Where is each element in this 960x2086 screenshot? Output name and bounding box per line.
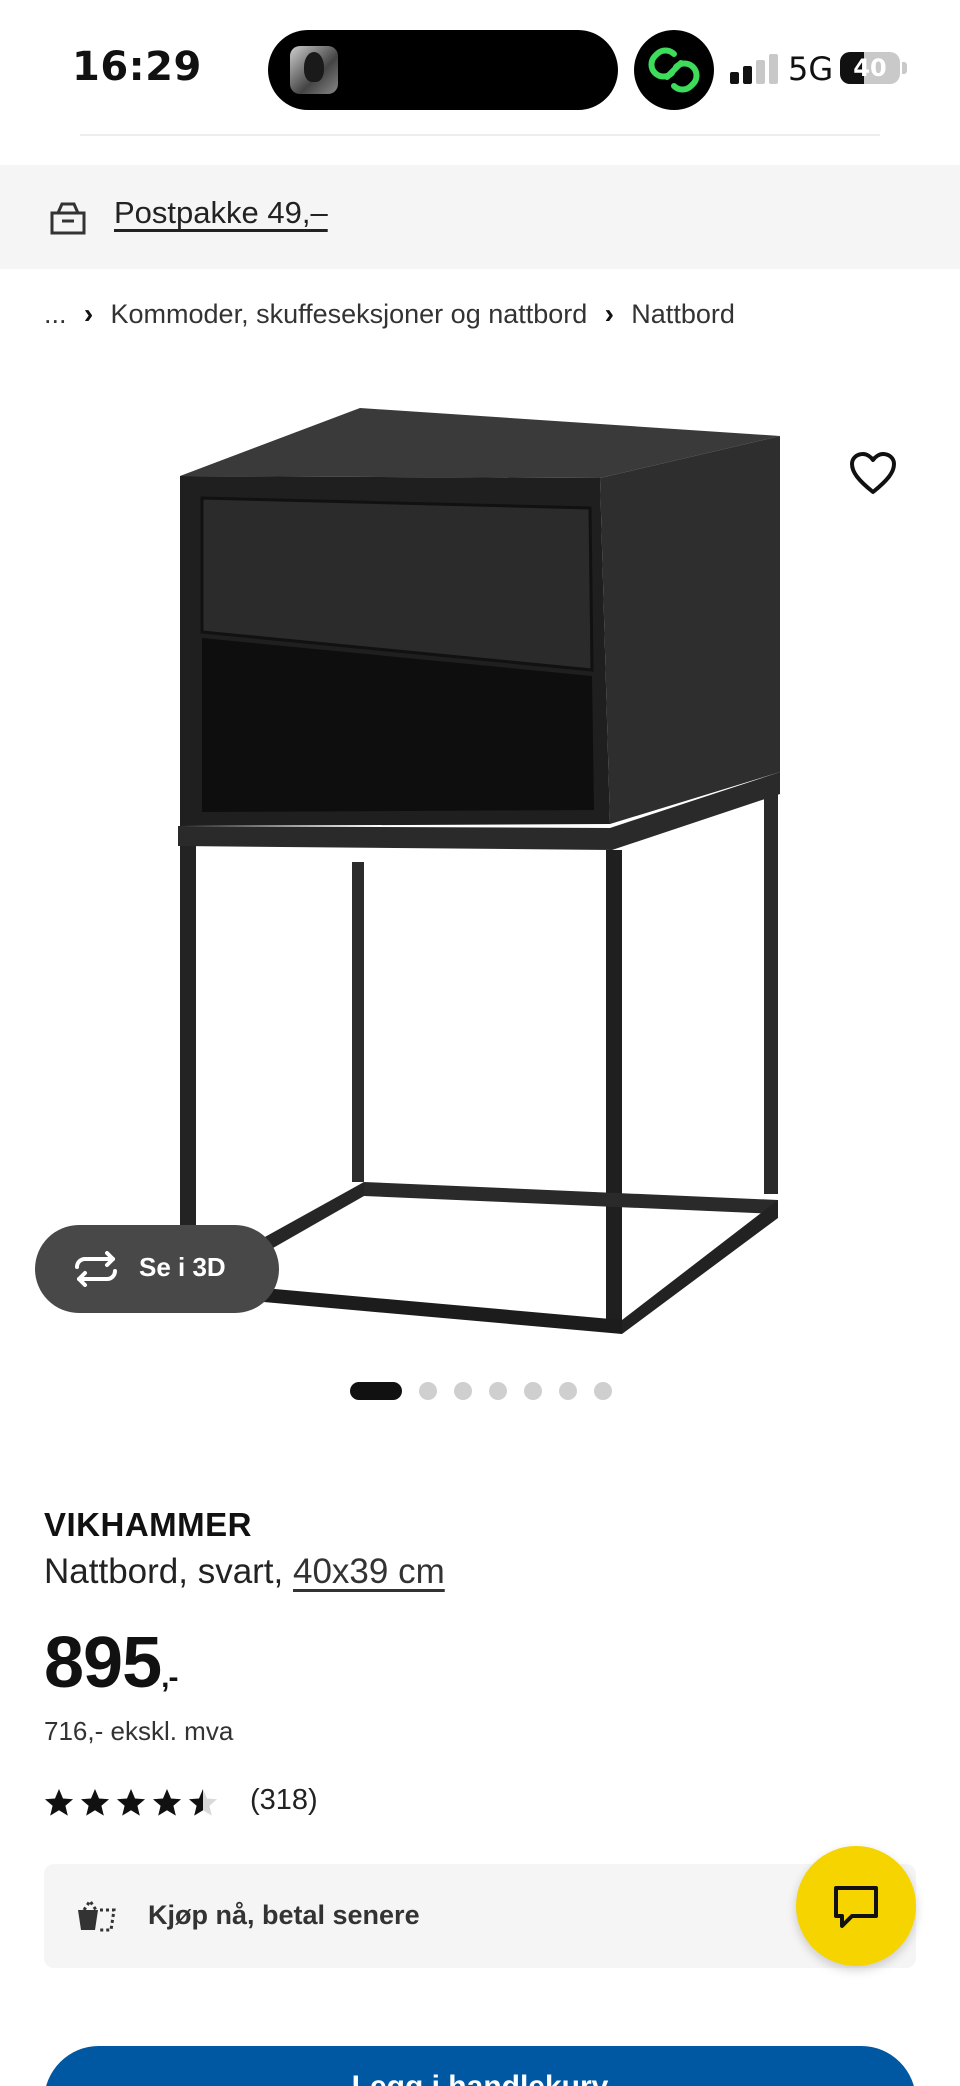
breadcrumb-item-current[interactable]: Nattbord: [631, 299, 735, 330]
header-divider: [80, 134, 880, 136]
star-icon: [45, 1789, 73, 1816]
pager-dot[interactable]: [524, 1382, 542, 1400]
star-icon: [189, 1789, 217, 1816]
battery-icon: 40: [840, 52, 900, 84]
pager-dot[interactable]: [454, 1382, 472, 1400]
dynamic-island: [268, 30, 618, 110]
financing-option[interactable]: Kjøp nå, betal senere: [44, 1864, 916, 1968]
chevron-right-icon: ›: [83, 298, 94, 329]
link-sharing-icon: [634, 30, 714, 110]
breadcrumb-ellipsis[interactable]: ...: [44, 299, 67, 330]
delivery-price-link[interactable]: Postpakke 49,–: [114, 195, 328, 231]
now-playing-artwork: [290, 46, 338, 94]
view-3d-label: Se i 3D: [139, 1252, 226, 1282]
chevron-right-icon: ›: [604, 298, 614, 329]
basket-icon: [78, 1898, 116, 1932]
star-icon: [153, 1789, 181, 1816]
star-icon: [81, 1789, 109, 1816]
pager-dot[interactable]: [489, 1382, 507, 1400]
heart-icon[interactable]: [848, 450, 898, 496]
network-type: 5G: [788, 50, 834, 88]
star-icon: [117, 1789, 145, 1816]
cellular-signal-icon: [730, 54, 780, 84]
price-suffix: ,-: [161, 1661, 178, 1694]
add-to-cart-button[interactable]: Legg i handlekurv: [44, 2046, 916, 2086]
financing-label: Kjøp nå, betal senere: [148, 1900, 420, 1930]
status-time: 16:29: [72, 44, 202, 90]
delivery-banner[interactable]: Postpakke 49,–: [0, 165, 960, 269]
rotate-3d-icon: [75, 1251, 117, 1287]
breadcrumb: ... › Kommoder, skuffeseksjoner og nattb…: [44, 298, 735, 330]
pager-dot[interactable]: [594, 1382, 612, 1400]
battery-tip: [902, 62, 907, 74]
chat-button[interactable]: [796, 1846, 916, 1966]
pager-dot[interactable]: [559, 1382, 577, 1400]
pager-dot[interactable]: [419, 1382, 437, 1400]
price-amount: 895: [44, 1623, 162, 1703]
view-3d-button[interactable]: Se i 3D: [35, 1225, 279, 1313]
breadcrumb-item-category[interactable]: Kommoder, skuffeseksjoner og nattbord: [111, 299, 588, 330]
review-count[interactable]: (318): [250, 1784, 318, 1817]
price-excl-vat: 716,- ekskl. mva: [44, 1716, 234, 1746]
product-name: VIKHAMMER: [44, 1506, 252, 1543]
product-image[interactable]: [150, 380, 830, 1340]
battery-percentage: 40: [853, 54, 887, 82]
chat-bubble-icon: [834, 1886, 878, 1928]
status-bar: 16:29 5G 40: [0, 0, 960, 140]
product-price: 895,-: [44, 1622, 178, 1704]
pager-dot-active[interactable]: [350, 1382, 402, 1400]
truck-icon: [50, 202, 86, 235]
add-to-cart-label: Legg i handlekurv: [44, 2070, 916, 2086]
product-size-link[interactable]: 40x39 cm: [293, 1552, 445, 1591]
product-description: Nattbord, svart, 40x39 cm: [44, 1552, 445, 1592]
product-type: Nattbord, svart,: [44, 1552, 284, 1591]
